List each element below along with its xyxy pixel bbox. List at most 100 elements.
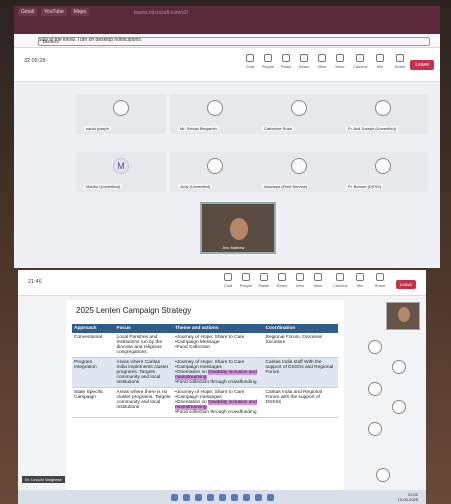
windows-icon[interactable] [170,493,178,501]
person-icon [375,100,391,116]
chat-button[interactable]: Chat [218,273,238,288]
bookmark-gmail[interactable]: Gmail [18,8,38,16]
person-icon [207,158,223,174]
meeting-timer: 21:46 [28,279,42,285]
person-icon[interactable] [376,468,390,482]
taskview-icon[interactable] [194,493,202,501]
teams-presentation-screen: 21:46 Chat People Raise React View More … [18,270,426,504]
chat-button[interactable]: Chat [240,54,260,69]
camera-icon [336,273,344,281]
meeting-timer: 32:05:28 [24,58,46,64]
person-icon[interactable] [392,360,406,374]
store-icon[interactable] [266,493,274,501]
teams-icon[interactable] [254,493,262,501]
table-row: State Specific Campaign Areas where ther… [72,387,338,418]
share-icon [396,54,404,62]
people-button[interactable]: People [236,273,256,288]
column-header: Focus [114,324,174,333]
participant-tile[interactable]: M Madhu (Unverified) [76,152,166,192]
video-name: Jinu Mathew [222,245,245,250]
chat-icon [224,273,232,281]
meeting-toolbar: 32:05:28 Chat People Raise React View Mo… [14,48,440,82]
edge-icon[interactable] [218,493,226,501]
smile-icon [300,54,308,62]
person-icon[interactable] [368,340,382,354]
view-button[interactable]: View [312,54,332,69]
camera-button[interactable]: Camera [330,273,350,288]
people-icon [242,273,250,281]
more-button[interactable]: More [308,273,328,288]
person-icon [113,100,129,116]
camera-button[interactable]: Camera [350,54,370,69]
person-icon [291,100,307,116]
raise-button[interactable]: Raise [254,273,274,288]
person-icon[interactable] [392,400,406,414]
person-icon[interactable] [368,422,382,436]
system-clock[interactable]: 22:02 13-03-2025 [398,492,418,502]
hand-icon [282,54,290,62]
react-button[interactable]: React [294,54,314,69]
participant-tile[interactable]: Judy (Unverified) [170,152,260,192]
search-icon[interactable] [182,493,190,501]
grid-icon [296,273,304,281]
participant-video [230,218,248,240]
hand-icon [260,273,268,281]
video-tile[interactable]: Jinu Mathew [200,202,276,254]
leave-button[interactable]: Leave [410,60,434,70]
meeting-toolbar: 21:46 Chat People Raise React View More … [18,270,426,296]
participant-tile[interactable]: Fr. Bennet (DSSS) [338,152,428,192]
taskbar: 22:02 13-03-2025 [18,490,426,504]
dismiss-button[interactable]: Dismiss [38,37,430,46]
person-icon [207,100,223,116]
teams-gallery-screen: Gmail YouTube Maps teams.microsoft.com/v… [14,6,440,268]
grid-icon [318,54,326,62]
initial-avatar: M [113,158,129,174]
more-button[interactable]: More [330,54,350,69]
bookmark-youtube[interactable]: YouTube [41,8,67,16]
people-button[interactable]: People [258,54,278,69]
highlighted-text: Disability inclusion and mainstreaming [175,400,257,410]
share-button[interactable]: Share [390,54,410,69]
strategy-table: Approach Focus Theme and actions Coordin… [72,324,338,418]
column-header: Approach [72,324,115,333]
table-row: Program Integration Areas where Caritas … [72,357,338,388]
mic-icon [376,54,384,62]
shared-slide: 2025 Lenten Campaign Strategy Approach F… [66,300,344,490]
share-icon [376,273,384,281]
participant-tile[interactable]: Aiswarya (Field Service) [254,152,344,192]
more-icon [314,273,322,281]
highlighted-text: Disability inclusion and mainstreaming [175,370,257,380]
address-bar[interactable]: teams.microsoft.com/v2/ [134,10,404,16]
smile-icon [278,273,286,281]
share-button[interactable]: Share [370,273,390,288]
chrome-icon[interactable] [206,493,214,501]
folder-icon[interactable] [230,493,238,501]
column-header: Theme and actions [173,324,264,333]
view-button[interactable]: View [290,273,310,288]
more-icon [336,54,344,62]
bookmark-maps[interactable]: Maps [70,8,89,16]
mic-icon [356,273,364,281]
participant-tile[interactable]: Mr. Selvan Benjamin [170,94,260,134]
react-button[interactable]: React [272,273,292,288]
raise-button[interactable]: Raise [276,54,296,69]
column-header: Coordination [263,324,338,333]
video-tile[interactable] [386,302,420,330]
speaker-label: Dr. Lincoln Varghese [22,476,65,483]
person-icon[interactable] [368,382,382,396]
people-icon [264,54,272,62]
word-icon[interactable] [242,493,250,501]
mic-button[interactable]: Mic [350,273,370,288]
notification-banner: Stay in the know. Turn on desktop notifi… [14,34,440,48]
mic-button[interactable]: Mic [370,54,390,69]
participant-tile[interactable]: Fr. Anil Joseph (Unverified) [338,94,428,134]
participant-tile[interactable]: sarah joseph [76,94,166,134]
camera-icon [356,54,364,62]
leave-button[interactable]: Leave [395,280,416,289]
person-icon [375,158,391,174]
browser-chrome: Gmail YouTube Maps teams.microsoft.com/v… [14,6,440,34]
participant-sidebar [348,300,424,490]
slide-title: 2025 Lenten Campaign Strategy [76,306,192,315]
participant-tile[interactable]: Catherine Rose [254,94,344,134]
person-icon [291,158,307,174]
